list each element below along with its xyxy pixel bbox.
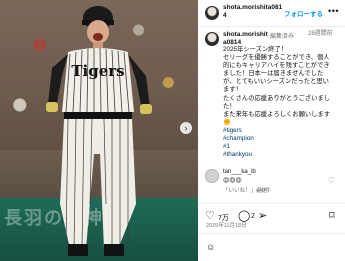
comments-count[interactable]: 2: [251, 213, 255, 220]
hashtag-link[interactable]: #tigers: [223, 127, 341, 135]
comment-username[interactable]: tan___ka_ib: [223, 169, 256, 175]
comment-text: 😍😍😍: [223, 178, 242, 184]
comment-item: tan___ka_ib 😍😍😍 「いいね！」440件 返信 ♡: [198, 166, 345, 196]
caption-avatar[interactable]: [205, 32, 219, 46]
post-photo[interactable]: 長羽の阪神 Tigers ›: [0, 0, 198, 261]
follow-button[interactable]: フォローする: [284, 8, 323, 18]
more-icon[interactable]: •••: [328, 6, 339, 16]
post-caption: shota.morishita0814 編集済み 28週間前 2025年シーズン…: [198, 30, 345, 165]
header-username[interactable]: shota.morishita0814: [223, 4, 283, 20]
caption-line: ます！: [223, 86, 242, 94]
bookmark-icon[interactable]: ⌑: [329, 211, 335, 222]
post-date: 2025年11月18日: [206, 223, 247, 229]
comment-avatar[interactable]: [205, 169, 219, 183]
baseball-player: Tigers: [46, 6, 152, 256]
caption-line: たくさんの応援ありがとうございまし: [223, 94, 331, 102]
comment-heart-icon[interactable]: ♡: [328, 176, 335, 185]
jersey-text: Tigers: [71, 62, 124, 80]
edited-label: 編集済み: [270, 34, 295, 40]
chevron-right-icon[interactable]: ›: [180, 122, 192, 134]
caption-line: 2025年シーズン終了！: [223, 46, 288, 53]
hashtag-link[interactable]: #champion: [223, 135, 341, 143]
share-icon[interactable]: ➢: [258, 211, 267, 222]
add-comment-bar[interactable]: ☺: [198, 233, 345, 261]
comment-reply-button[interactable]: 返信: [256, 186, 267, 194]
caption-line: セリーグを優勝することができ、個人: [223, 54, 330, 62]
post-header: shota.morishita0814 フォローする •••: [198, 0, 345, 27]
post-time: 28週間前: [308, 31, 333, 37]
hashtag-link[interactable]: #thankyou: [223, 151, 341, 159]
hashtag-link[interactable]: #1: [223, 143, 341, 151]
caption-text: 2025年シーズン終了！ セリーグを優勝することができ、個人 的にもキャリアハイ…: [223, 46, 341, 159]
emoji-icon[interactable]: ☺: [206, 242, 215, 252]
caption-username[interactable]: shota.morishita0814: [223, 31, 269, 47]
caption-line: た！: [223, 102, 236, 110]
caption-line: また来年も応援よろしくお願いします: [223, 110, 331, 118]
caption-line: ✊: [223, 118, 231, 126]
post-sidebar: shota.morishita0814 フォローする ••• shota.mor…: [198, 0, 345, 261]
avatar[interactable]: [205, 6, 219, 20]
